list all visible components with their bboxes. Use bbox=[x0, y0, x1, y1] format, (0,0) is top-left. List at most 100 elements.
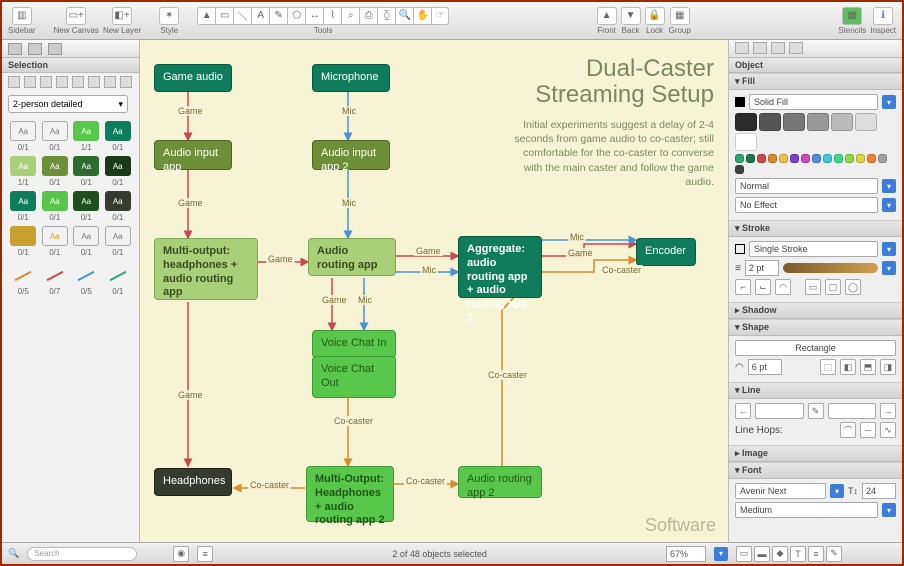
front-button[interactable]: ▲Front bbox=[597, 7, 617, 35]
color-swatch[interactable] bbox=[807, 113, 829, 131]
view-list[interactable]: ≡ bbox=[197, 546, 213, 562]
style-toggle[interactable]: ✶Style bbox=[159, 7, 179, 35]
small-color-swatches[interactable] bbox=[735, 154, 896, 174]
color-swatch[interactable] bbox=[779, 154, 788, 163]
stencils-button[interactable]: ▦Stencils bbox=[838, 7, 866, 35]
select-tool[interactable]: ▲ bbox=[197, 7, 215, 25]
style-swatch[interactable]: Aa0/1 bbox=[40, 156, 71, 187]
connect-tool[interactable]: ⌇ bbox=[323, 7, 341, 25]
style-swatch[interactable]: Aa0/1 bbox=[103, 121, 134, 152]
pen-tool[interactable]: ✎ bbox=[269, 7, 287, 25]
stamp-tool[interactable]: ⎙ bbox=[359, 7, 377, 25]
color-swatch[interactable] bbox=[735, 154, 744, 163]
color-swatch[interactable] bbox=[856, 154, 865, 163]
sidebar-toggle[interactable]: ▥Sidebar bbox=[8, 7, 36, 35]
browse-tool[interactable]: ⌕ bbox=[341, 7, 359, 25]
color-swatch[interactable] bbox=[757, 154, 766, 163]
dropdown-icon[interactable]: ▾ bbox=[882, 95, 896, 109]
zoom-level[interactable]: 67% bbox=[666, 546, 706, 562]
tool-palette[interactable]: ▲ ▭ ＼ A ✎ ⬠ ↔ ⌇ ⌕ ⎙ ⧲ 🔍 ✋ ☞ bbox=[197, 7, 449, 25]
color-swatch[interactable] bbox=[801, 154, 810, 163]
lock-button[interactable]: 🔒Lock bbox=[645, 7, 665, 35]
style-swatch[interactable]: Aa0/1 bbox=[40, 191, 71, 222]
new-canvas-button[interactable]: ▭+New Canvas bbox=[54, 7, 99, 35]
inspect-button[interactable]: ℹInspect bbox=[870, 7, 896, 35]
search-input[interactable]: Search bbox=[27, 547, 137, 561]
effect-select[interactable]: No Effect bbox=[735, 197, 878, 213]
style-swatch[interactable]: Aa0/1 bbox=[8, 191, 39, 222]
font-size-input[interactable]: 24 bbox=[862, 483, 896, 499]
font-header[interactable]: ▾ Font bbox=[729, 462, 902, 479]
node-voice-chat-out[interactable]: Voice Chat Out bbox=[312, 356, 396, 398]
node-multi-output-2[interactable]: Multi-Output: Headphones + audio routing… bbox=[306, 466, 394, 522]
stroke-width-input[interactable]: 2 pt bbox=[745, 260, 779, 276]
node-audio-routing[interactable]: Audio routing app bbox=[308, 238, 396, 276]
fill-type-select[interactable]: Solid Fill bbox=[749, 94, 878, 110]
selection-toolbar[interactable] bbox=[2, 73, 139, 91]
style-swatch[interactable]: Aa1/1 bbox=[8, 156, 39, 187]
rect-tool[interactable]: ▭ bbox=[215, 7, 233, 25]
color-swatch[interactable] bbox=[735, 133, 757, 151]
style-swatch[interactable]: Aa0/1 bbox=[40, 226, 71, 257]
shadow-header[interactable]: ▸ Shadow bbox=[729, 302, 902, 319]
line-swatch[interactable]: 0/5 bbox=[71, 265, 102, 296]
back-button[interactable]: ▼Back bbox=[621, 7, 641, 35]
color-swatch[interactable] bbox=[790, 154, 799, 163]
inspector-tabs[interactable] bbox=[729, 40, 902, 58]
color-swatch[interactable] bbox=[878, 154, 887, 163]
color-swatch[interactable] bbox=[783, 113, 805, 131]
stroke-type-select[interactable]: Single Stroke bbox=[749, 241, 878, 257]
node-voice-chat-in[interactable]: Voice Chat In bbox=[312, 330, 396, 358]
style-swatch[interactable]: Aa0/1 bbox=[8, 226, 39, 257]
canvas[interactable]: Dual-CasterStreaming Setup Initial exper… bbox=[140, 40, 728, 544]
color-swatch[interactable] bbox=[834, 154, 843, 163]
line-swatch[interactable]: 0/5 bbox=[8, 265, 39, 296]
image-header[interactable]: ▸ Image bbox=[729, 445, 902, 462]
node-audio-routing-2[interactable]: Audio routing app 2 bbox=[458, 466, 542, 498]
style-swatch[interactable]: Aa0/1 bbox=[8, 121, 39, 152]
style-swatch[interactable]: Aa0/1 bbox=[103, 156, 134, 187]
node-aggregate[interactable]: Aggregate: audio routing app + audio rou… bbox=[458, 236, 542, 298]
dropdown-icon[interactable]: ▾ bbox=[882, 179, 896, 193]
color-swatch[interactable] bbox=[855, 113, 877, 131]
view-mode[interactable]: ◉ bbox=[173, 546, 189, 562]
style-preset-dropdown[interactable]: 2-person detailed▾ bbox=[8, 95, 128, 113]
style-swatch[interactable]: Aa0/1 bbox=[40, 121, 71, 152]
arrow-tool[interactable]: ↔ bbox=[305, 7, 323, 25]
style-swatch[interactable]: Aa0/1 bbox=[71, 191, 102, 222]
font-weight-select[interactable]: Medium bbox=[735, 502, 878, 518]
text-tool[interactable]: A bbox=[251, 7, 269, 25]
zoom-tool[interactable]: 🔍 bbox=[395, 7, 413, 25]
hand-tool[interactable]: ✋ bbox=[413, 7, 431, 25]
left-tabs[interactable] bbox=[2, 40, 139, 58]
stroke-header[interactable]: ▾ Stroke bbox=[729, 220, 902, 237]
line-tool[interactable]: ＼ bbox=[233, 7, 251, 25]
fill-header[interactable]: ▾ Fill bbox=[729, 73, 902, 90]
shape-type-select[interactable]: Rectangle bbox=[735, 340, 896, 356]
style-swatch[interactable]: Aa0/1 bbox=[71, 226, 102, 257]
radius-input[interactable]: 6 pt bbox=[748, 359, 782, 375]
node-multi-output[interactable]: Multi-output: headphones + audio routing… bbox=[154, 238, 258, 300]
point-tool[interactable]: ☞ bbox=[431, 7, 449, 25]
style-swatch[interactable]: Aa0/1 bbox=[103, 191, 134, 222]
node-headphones[interactable]: Headphones bbox=[154, 468, 232, 496]
color-swatch[interactable] bbox=[812, 154, 821, 163]
line-swatch[interactable]: 0/1 bbox=[103, 265, 134, 296]
color-swatch[interactable] bbox=[735, 165, 744, 174]
group-button[interactable]: ▦Group bbox=[669, 7, 691, 35]
node-encoder[interactable]: Encoder bbox=[636, 238, 696, 266]
dropdown-icon[interactable]: ▾ bbox=[882, 198, 896, 212]
style-swatch[interactable]: Aa1/1 bbox=[71, 121, 102, 152]
color-swatch[interactable] bbox=[735, 113, 757, 131]
line-header[interactable]: ▾ Line bbox=[729, 382, 902, 399]
shape-header[interactable]: ▾ Shape bbox=[729, 319, 902, 336]
node-audio-input-2[interactable]: Audio input app 2 bbox=[312, 140, 390, 170]
node-microphone[interactable]: Microphone bbox=[312, 64, 390, 92]
color-swatch[interactable] bbox=[759, 113, 781, 131]
color-swatch[interactable] bbox=[845, 154, 854, 163]
zoom-dropdown[interactable]: ▾ bbox=[714, 547, 728, 561]
new-layer-button[interactable]: ◧+New Layer bbox=[103, 7, 141, 35]
color-swatch[interactable] bbox=[768, 154, 777, 163]
color-swatch[interactable] bbox=[823, 154, 832, 163]
style-swatch[interactable]: Aa0/1 bbox=[103, 226, 134, 257]
